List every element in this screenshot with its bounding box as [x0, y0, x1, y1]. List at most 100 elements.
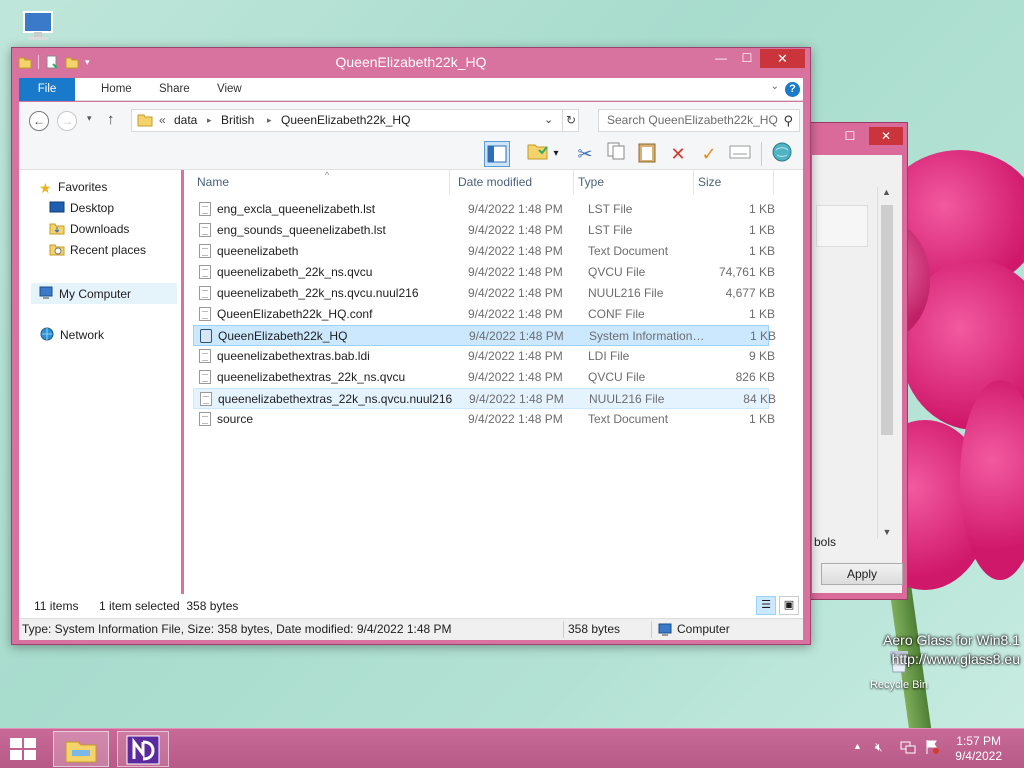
table-row[interactable]: queenelizabethextras_22k_ns.qvcu.nuul216… [193, 388, 776, 409]
breadcrumb-current[interactable]: QueenElizabeth22k_HQ [281, 110, 410, 131]
table-row[interactable]: queenelizabethextras.bab.ldi 9/4/2022 1:4… [193, 346, 775, 367]
bg-scrollbar[interactable]: ▲ ▼ [877, 187, 895, 539]
file-icon [199, 349, 211, 363]
bg-close-button[interactable]: ✕ [869, 127, 903, 145]
scroll-up-icon[interactable]: ▲ [878, 187, 895, 197]
file-icon [199, 286, 211, 300]
bg-maximize-button[interactable]: ☐ [837, 127, 863, 145]
delete-icon[interactable]: ✕ [665, 141, 691, 167]
table-row[interactable]: queenelizabeth_22k_ns.qvcu.nuul216 9/4/20… [193, 283, 775, 304]
properties-icon[interactable] [727, 141, 753, 167]
cell-date: 9/4/2022 1:48 PM [468, 202, 563, 216]
file-icon [199, 244, 211, 258]
background-window[interactable]: ☐ ✕ bols ▲ ▼ Apply [808, 122, 908, 600]
help-icon[interactable]: ? [785, 82, 800, 97]
nav-desktop[interactable]: Desktop [49, 198, 114, 219]
cell-name: QueenElizabeth22k_HQ.conf [217, 307, 373, 321]
recent-places-icon [49, 244, 65, 256]
breadcrumb-chevron-icon[interactable]: ▸ [267, 110, 272, 131]
cell-name: QueenElizabeth22k_HQ [218, 329, 348, 343]
tab-home[interactable]: Home [87, 78, 146, 101]
cell-size: 1 KB [748, 412, 775, 426]
refresh-icon[interactable]: ↻ [562, 110, 579, 131]
apply-button[interactable]: Apply [821, 563, 903, 585]
search-icon[interactable]: ⚲ [783, 110, 793, 131]
scroll-down-icon[interactable]: ▼ [878, 527, 896, 537]
cell-date: 9/4/2022 1:48 PM [469, 392, 564, 406]
nav-network[interactable]: Network [39, 325, 104, 346]
cell-size: 4,677 KB [725, 286, 775, 300]
up-button[interactable]: ↑ [107, 111, 115, 128]
bg-scroll-thumb[interactable] [881, 205, 893, 435]
star-icon: ★ [39, 180, 52, 196]
tab-view[interactable]: View [203, 78, 256, 101]
watermark: Aero Glass for Win8.1 http://www.glass8.… [840, 631, 1020, 669]
paste-icon[interactable] [634, 141, 660, 167]
clock[interactable]: 1:57 PM 9/4/2022 [955, 734, 1002, 764]
nav-recent[interactable]: Recent places [49, 240, 146, 261]
network-tray-icon[interactable] [900, 739, 916, 758]
cell-size: 1 KB [748, 244, 775, 258]
table-row[interactable]: QueenElizabeth22k_HQ 9/4/2022 1:48 PM Syst… [193, 325, 776, 346]
dropdown-icon[interactable]: ▾ [549, 141, 563, 167]
file-icon [199, 223, 211, 237]
status-separator [651, 621, 652, 638]
select-folder-icon[interactable] [525, 141, 551, 167]
nav-downloads-label: Downloads [70, 222, 130, 236]
maximize-button[interactable]: ☐ [734, 49, 760, 68]
column-size[interactable]: Size [694, 170, 774, 194]
nav-my-computer-label: My Computer [59, 287, 132, 301]
desktop-computer-icon[interactable] [14, 10, 62, 44]
internet-icon[interactable] [769, 141, 795, 167]
large-icons-view-icon[interactable]: ▣ [779, 596, 799, 615]
table-row[interactable]: queenelizabethextras_22k_ns.qvcu 9/4/2022… [193, 367, 775, 388]
action-center-icon[interactable] [924, 739, 940, 758]
copy-icon[interactable] [603, 141, 629, 167]
show-hidden-icons-icon[interactable]: ▲ [853, 741, 862, 751]
column-name-label: Name [197, 175, 230, 189]
table-row[interactable]: source 9/4/2022 1:48 PM Text Document 1 KB [193, 409, 775, 430]
tab-share[interactable]: Share [145, 78, 204, 101]
nav-downloads[interactable]: Downloads [49, 219, 129, 240]
search-placeholder: Search QueenElizabeth22k_HQ [607, 113, 778, 127]
breadcrumb-overflow[interactable]: « [159, 110, 166, 131]
title-bar[interactable]: ▾ QueenElizabeth22k_HQ — ☐ ✕ [12, 48, 810, 76]
cell-type: LST File [588, 202, 633, 216]
column-date-modified[interactable]: Date modified [454, 170, 574, 194]
table-row[interactable]: QueenElizabeth22k_HQ.conf 9/4/2022 1:48 P… [193, 304, 775, 325]
file-explorer-taskbar-button[interactable] [53, 731, 109, 767]
cell-type: Text Document [588, 412, 669, 426]
windows-start-icon[interactable] [10, 738, 38, 762]
minimize-button[interactable]: — [708, 49, 734, 68]
nav-recent-label: Recent places [70, 243, 147, 257]
tab-file[interactable]: File [19, 78, 75, 101]
back-button[interactable]: ← [29, 111, 49, 131]
recent-locations-icon[interactable]: ▾ [87, 113, 92, 124]
breadcrumb-data[interactable]: data [174, 110, 197, 131]
volume-muted-icon[interactable]: 🔇︎ [875, 740, 883, 755]
expand-ribbon-icon[interactable]: ⌄ [771, 81, 779, 92]
nav-favorites[interactable]: ★ Favorites [39, 177, 107, 198]
column-type[interactable]: Type [574, 170, 694, 194]
table-row[interactable]: queenelizabeth 9/4/2022 1:48 PM Text Docum… [193, 241, 775, 262]
table-row[interactable]: eng_sounds_queenelizabeth.lst 9/4/2022 1:… [193, 220, 775, 241]
details-view-icon[interactable]: ☰ [756, 596, 776, 615]
app-taskbar-button[interactable] [117, 731, 169, 767]
table-row[interactable]: eng_excla_queenelizabeth.lst 9/4/2022 1:4… [193, 199, 775, 220]
table-row[interactable]: queenelizabeth_22k_ns.qvcu 9/4/2022 1:48 … [193, 262, 775, 283]
close-button[interactable]: ✕ [760, 49, 805, 68]
address-input[interactable]: « data ▸ British ▸ QueenElizabeth22k_HQ … [131, 109, 579, 132]
taskbar: ▲ 🔇︎ 1:57 PM 9/4/2022 [0, 728, 1024, 768]
forward-button[interactable]: → [57, 111, 77, 131]
address-dropdown-icon[interactable]: ⌄ [544, 110, 553, 131]
nav-my-computer[interactable]: My Computer [31, 283, 177, 304]
breadcrumb-chevron-icon[interactable]: ▸ [207, 110, 212, 131]
address-bar-row: ← → ▾ ↑ « data ▸ British ▸ QueenElizabet… [19, 102, 803, 138]
cut-icon[interactable]: ✂ [572, 141, 598, 167]
column-name[interactable]: Name ^ [193, 170, 450, 194]
navigation-pane: ★ Favorites Desktop Downloads Recent plac… [19, 170, 181, 594]
preview-pane-icon[interactable] [484, 141, 510, 167]
rename-icon[interactable]: ✓ [696, 141, 722, 167]
search-input[interactable]: Search QueenElizabeth22k_HQ ⚲ [598, 109, 800, 132]
breadcrumb-british[interactable]: British [221, 110, 254, 131]
